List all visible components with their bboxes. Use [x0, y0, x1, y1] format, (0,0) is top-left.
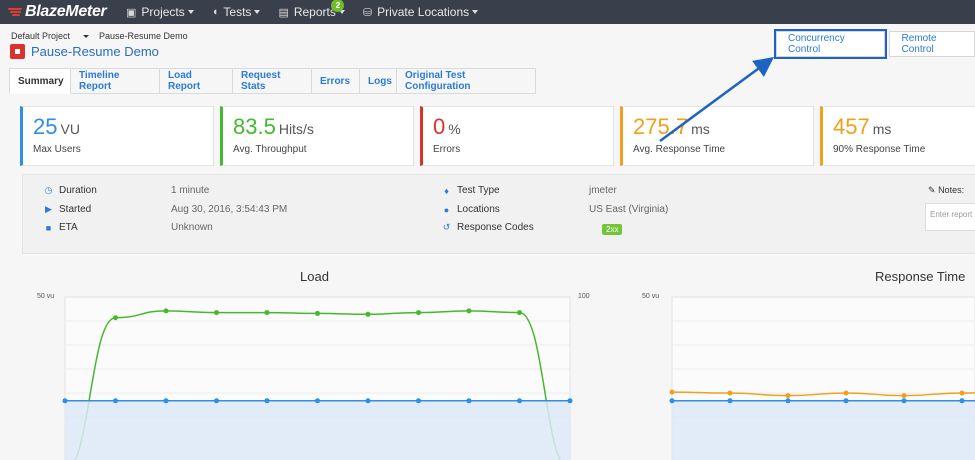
- annotation-arrow: [659, 57, 775, 143]
- concurrency-control-button[interactable]: Concurrency Control: [773, 29, 888, 59]
- annotation-overlay: [659, 57, 775, 143]
